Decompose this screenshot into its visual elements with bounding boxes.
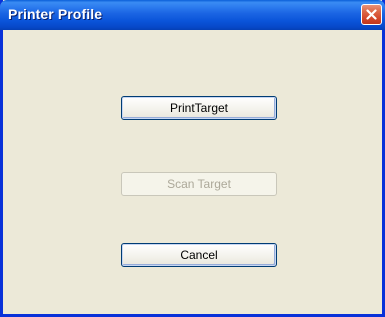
scan-target-button: Scan Target (121, 172, 277, 196)
title-bar[interactable]: Printer Profile (0, 0, 385, 30)
cancel-button[interactable]: Cancel (121, 243, 277, 267)
close-button[interactable] (361, 4, 382, 25)
window-title: Printer Profile (8, 6, 103, 22)
dialog-content: PrintTarget Scan Target Cancel (3, 30, 382, 314)
print-target-button[interactable]: PrintTarget (121, 96, 277, 120)
printer-profile-dialog: Printer Profile PrintTarget Scan Target … (0, 0, 385, 317)
close-icon (366, 9, 377, 20)
